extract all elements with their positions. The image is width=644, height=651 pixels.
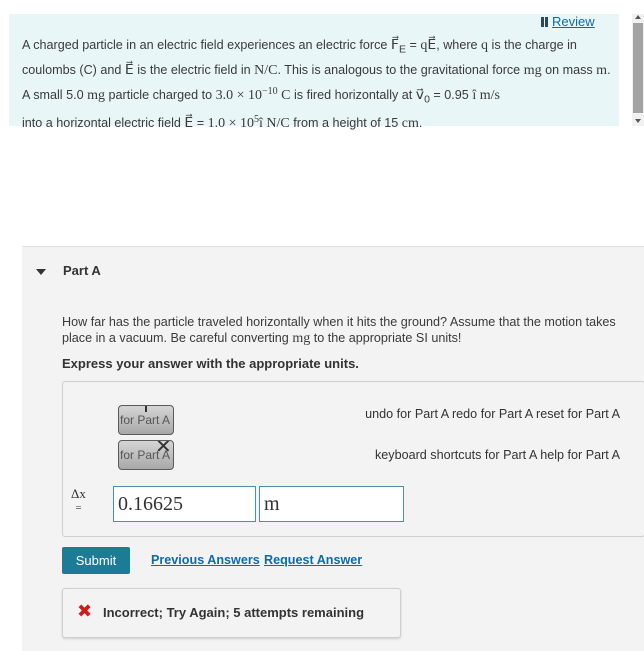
problem-text-part: . This is analogous to the gravitational… xyxy=(277,63,524,78)
math-E: E⃗ xyxy=(124,63,134,79)
math-charge-exponent: −10 xyxy=(262,85,278,97)
answer-unit-input[interactable]: m xyxy=(259,486,404,522)
scroll-down-icon[interactable] xyxy=(635,119,641,123)
equals-sign: = xyxy=(75,502,82,514)
scroll-thumb[interactable] xyxy=(633,23,643,113)
math-mg-unit: mg xyxy=(87,87,105,103)
math-field: 1.0 × 10 xyxy=(207,116,255,132)
feedback-box: ✖ Incorrect; Try Again; 5 attempts remai… xyxy=(62,588,401,638)
problem-text-part: = xyxy=(193,116,208,131)
answer-instruction: Express your answer with the appropriate… xyxy=(62,356,359,371)
question-text-part: to the appropriate SI units! xyxy=(310,331,462,345)
answer-value-input[interactable]: 0.16625 xyxy=(113,486,256,522)
math-force-sub: E xyxy=(398,43,406,56)
math-coulomb: C xyxy=(277,87,291,103)
review-icon xyxy=(541,16,548,27)
problem-text-part: A charged particle in an electric field … xyxy=(22,38,391,52)
problem-text-part: , where xyxy=(436,38,482,52)
previous-answers-link[interactable]: Previous Answers xyxy=(151,553,260,567)
feedback-message: Incorrect; Try Again; 5 attempts remaini… xyxy=(103,605,365,620)
math-unit-ms: m/s xyxy=(476,87,500,103)
problem-scrollbar[interactable] xyxy=(632,14,644,126)
problem-text-part: is the electric field in xyxy=(133,63,255,78)
problem-text-part: from a height of 15 xyxy=(289,116,402,131)
math-qE: qE⃗ xyxy=(420,38,437,53)
math-mg: mg xyxy=(292,331,311,346)
math-v0: v⃗ xyxy=(415,87,425,103)
reset-link[interactable]: reset for Part A xyxy=(536,407,620,421)
undo-link[interactable]: undo for Part A xyxy=(365,407,448,421)
error-x-icon: ✖ xyxy=(77,601,93,621)
problem-text-part: particle charged to xyxy=(105,87,216,102)
math-charge: 3.0 × 10 xyxy=(215,87,263,103)
review-link[interactable]: Review xyxy=(541,14,595,29)
part-a-label: Part A xyxy=(63,263,101,278)
problem-text-part: is fired horizontally at xyxy=(290,87,416,102)
help-actions: keyboard shortcuts for Part A help for P… xyxy=(375,448,620,462)
math-m: m xyxy=(596,63,608,79)
templates-button-label: for Part A xyxy=(120,413,171,427)
math-cm: cm xyxy=(401,116,419,132)
help-link[interactable]: help for Part A xyxy=(540,448,620,462)
problem-text: A charged particle in an electric field … xyxy=(22,35,612,135)
math-force: F⃗ xyxy=(390,38,399,53)
problem-text-part: on mass xyxy=(541,63,597,78)
answer-variable-label: Δx = xyxy=(71,486,86,514)
redo-link[interactable]: redo for Part A xyxy=(452,407,533,421)
request-answer-link[interactable]: Request Answer xyxy=(264,553,362,567)
question-text: How far has the particle traveled horizo… xyxy=(62,314,642,347)
problem-text-part: = 0.95 xyxy=(429,87,473,102)
submit-button[interactable]: Submit xyxy=(62,547,130,574)
toolbar-row-1: for Part A undo for Part A redo for Part… xyxy=(117,405,642,439)
edit-actions: undo for Part A redo for Part A reset fo… xyxy=(365,407,620,421)
problem-text-part: . xyxy=(418,116,423,131)
keyboard-shortcuts-link[interactable]: keyboard shortcuts for Part A xyxy=(375,448,537,462)
math-unit-NC: N/C xyxy=(262,116,290,132)
units-x-icon: ✕ xyxy=(155,440,172,458)
math-equals: = xyxy=(406,38,421,52)
math-unit-NC: N/C xyxy=(254,63,278,79)
math-q: q xyxy=(481,38,489,53)
collapse-triangle-icon[interactable] xyxy=(36,269,46,275)
units-button[interactable]: for Part A ✕ xyxy=(118,440,174,470)
part-a-header[interactable]: Part A xyxy=(22,246,644,303)
math-mg: mg xyxy=(523,63,542,79)
scroll-up-icon[interactable] xyxy=(635,15,641,19)
templates-button[interactable]: for Part A xyxy=(118,405,174,435)
math-E: E⃗ xyxy=(184,116,194,132)
toolbar-row-2: for Part A ✕ keyboard shortcuts for Part… xyxy=(117,440,642,474)
problem-text-part: into a horizontal electric field xyxy=(22,116,185,131)
delta-x-label: Δx xyxy=(71,486,86,501)
review-label: Review xyxy=(552,14,595,29)
